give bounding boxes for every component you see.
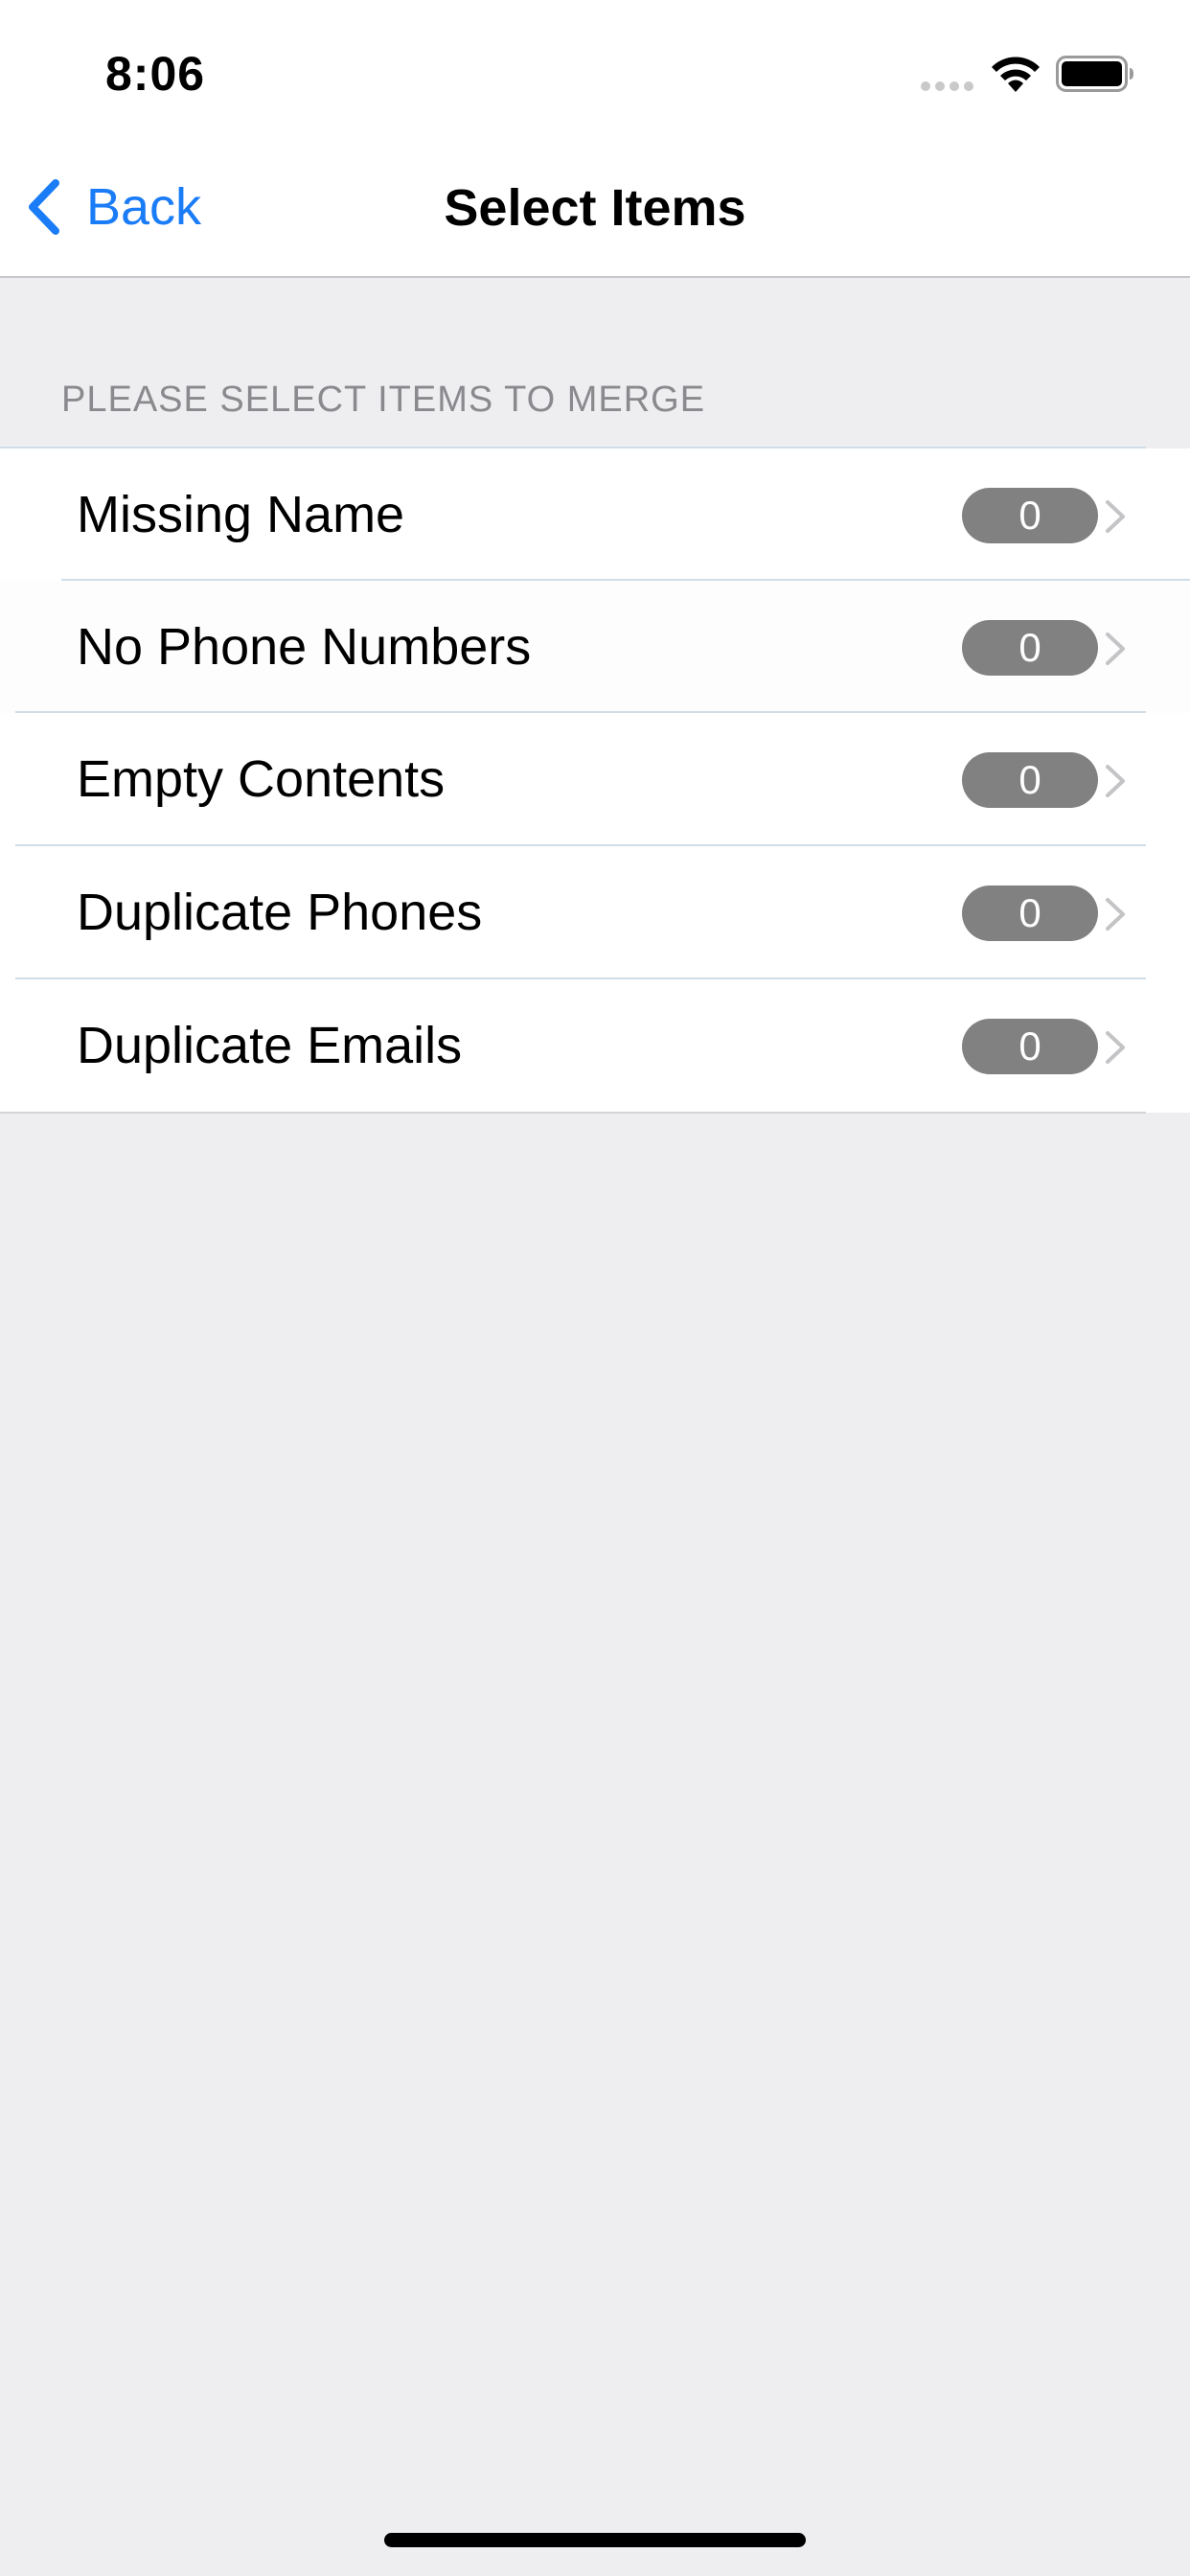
status-bar: 8:06: [0, 0, 1190, 134]
page-title: Select Items: [444, 179, 746, 237]
count-badge: 0: [962, 1019, 1098, 1074]
chevron-right-icon: [1106, 898, 1125, 931]
item-label: Duplicate Phones: [77, 884, 483, 941]
navigation-bar: Back Select Items: [0, 134, 1190, 278]
item-label: Duplicate Emails: [77, 1017, 463, 1074]
item-label: Missing Name: [77, 486, 405, 543]
item-label: Empty Contents: [77, 750, 446, 808]
count-badge: 0: [962, 752, 1098, 808]
list-item-empty-contents[interactable]: Empty Contents 0: [0, 713, 1190, 846]
chevron-right-icon: [1106, 632, 1125, 665]
list-item-no-phone-numbers[interactable]: No Phone Numbers 0: [0, 581, 1190, 714]
count-badge: 0: [962, 488, 1098, 543]
count-badge: 0: [962, 886, 1098, 941]
list-item-duplicate-phones[interactable]: Duplicate Phones 0: [0, 846, 1190, 979]
section-header: PLEASE SELECT ITEMS TO MERGE: [61, 380, 706, 420]
count-badge: 0: [962, 620, 1098, 676]
chevron-right-icon: [1106, 1031, 1125, 1064]
wifi-icon: [992, 57, 1040, 92]
list-item-missing-name[interactable]: Missing Name 0: [0, 448, 1190, 582]
list-item-duplicate-emails[interactable]: Duplicate Emails 0: [0, 979, 1190, 1113]
chevron-right-icon: [1106, 500, 1125, 533]
item-label: No Phone Numbers: [77, 618, 532, 676]
battery-icon: [1056, 56, 1133, 92]
cellular-signal-icon: [921, 81, 973, 91]
chevron-right-icon: [1106, 765, 1125, 797]
home-indicator[interactable]: [384, 2533, 806, 2547]
status-time: 8:06: [105, 47, 206, 101]
list-bottom-divider: [0, 1112, 1146, 1114]
